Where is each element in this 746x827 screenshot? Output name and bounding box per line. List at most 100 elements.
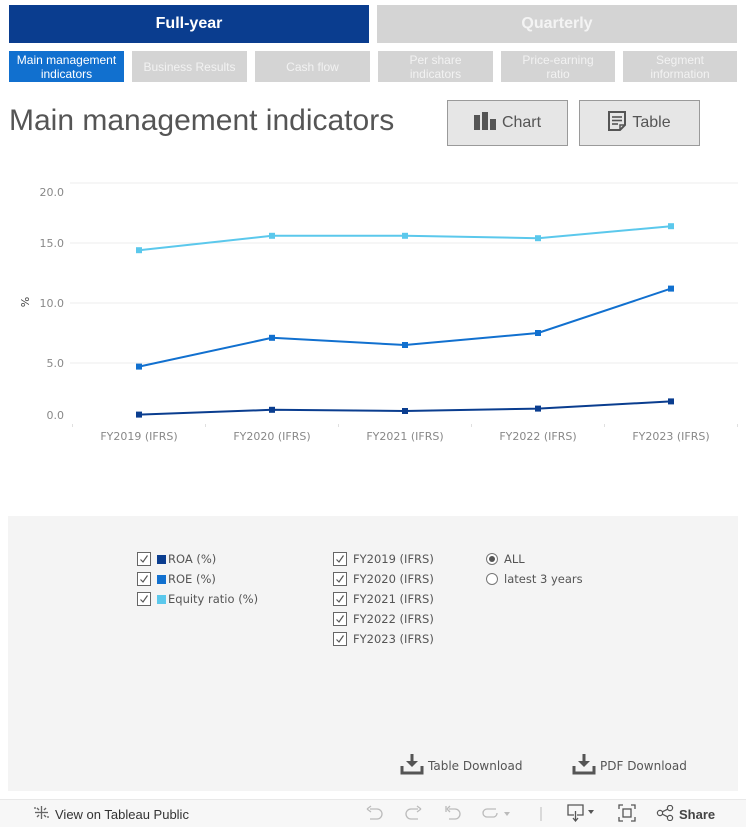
subtab-cash-flow[interactable]: Cash flow [255, 51, 370, 82]
data-point[interactable] [269, 232, 275, 239]
page-title: Main management indicators [9, 104, 395, 137]
refresh-button[interactable] [482, 804, 512, 824]
view-on-tableau-label: View on Tableau Public [55, 806, 189, 822]
period-label: ALL [504, 552, 525, 566]
checkbox[interactable] [137, 592, 151, 606]
subtab-segment-information[interactable]: Segment information [623, 51, 737, 82]
document-icon [608, 110, 627, 136]
table-download-button[interactable]: Table Download [400, 753, 523, 778]
period-label: latest 3 years [504, 572, 583, 586]
year-label: FY2022 (IFRS) [353, 612, 434, 626]
tab-full-year[interactable]: Full-year [9, 5, 369, 43]
radio-button[interactable] [486, 573, 498, 585]
data-point[interactable] [136, 247, 142, 254]
x-tick-label: FY2023 (IFRS) [632, 430, 709, 443]
redo-icon [404, 804, 422, 824]
y-tick-label: 0.0 [47, 409, 65, 422]
pdf-download-button[interactable]: PDF Download [572, 753, 687, 778]
year-filter-item[interactable]: FY2022 (IFRS) [333, 610, 434, 628]
y-tick-label: 20.0 [40, 186, 65, 199]
measure-filter-item[interactable]: ROE (%) [137, 570, 216, 588]
data-point[interactable] [269, 334, 275, 341]
checkbox[interactable] [333, 632, 347, 646]
refresh-icon [482, 805, 512, 824]
checkbox[interactable] [333, 552, 347, 566]
y-tick-label: 5.0 [47, 357, 65, 370]
bar-chart-icon [473, 111, 496, 135]
year-filter-item[interactable]: FY2021 (IFRS) [333, 590, 434, 608]
share-label: Share [679, 806, 716, 822]
download-icon [400, 753, 424, 778]
undo-button[interactable] [366, 804, 384, 824]
revert-button[interactable] [444, 804, 462, 824]
measure-label: ROA (%) [168, 552, 217, 566]
share-icon [656, 804, 674, 824]
subtab-per-share-indicators[interactable]: Per share indicators [378, 51, 493, 82]
series-line-1 [138, 287, 672, 368]
period-radio-item[interactable]: ALL [486, 550, 525, 568]
x-tick-label: FY2022 (IFRS) [499, 430, 576, 443]
year-label: FY2020 (IFRS) [353, 572, 434, 586]
tableau-logo-icon [33, 804, 50, 824]
period-radio-item[interactable]: latest 3 years [486, 570, 583, 588]
year-filter-item[interactable]: FY2020 (IFRS) [333, 570, 434, 588]
data-point[interactable] [668, 398, 674, 405]
x-tick-label: FY2020 (IFRS) [233, 430, 310, 443]
data-point[interactable] [402, 408, 408, 414]
download-icon [572, 753, 596, 778]
subtab-main-management-indicators[interactable]: Main management indicators [9, 51, 124, 82]
year-label: FY2021 (IFRS) [353, 592, 434, 606]
data-point[interactable] [402, 232, 408, 239]
legend-swatch [157, 554, 166, 564]
data-point[interactable] [535, 235, 541, 242]
year-filter-item[interactable]: FY2023 (IFRS) [333, 630, 434, 648]
x-tick-label: FY2021 (IFRS) [366, 430, 443, 443]
data-point[interactable] [136, 411, 142, 418]
checkbox[interactable] [333, 572, 347, 586]
data-point[interactable] [668, 223, 674, 230]
x-tick-label: FY2019 (IFRS) [100, 430, 177, 443]
undo-icon [366, 804, 384, 824]
y-axis-title: % [19, 297, 32, 307]
data-point[interactable] [269, 406, 275, 413]
data-point[interactable] [668, 285, 674, 292]
table-download-label: Table Download [428, 758, 523, 773]
chart-button-label: Chart [501, 114, 542, 131]
checkbox[interactable] [137, 552, 151, 566]
download-menu-button[interactable] [566, 803, 598, 825]
data-point[interactable] [535, 330, 541, 336]
line-chart: 20.0 15.0 10.0 5.0 0.0 FY2019 (IFRS) FY2020 (… [19, 182, 738, 443]
data-point[interactable] [136, 363, 142, 370]
checkbox[interactable] [333, 612, 347, 626]
radio-button[interactable] [486, 553, 498, 565]
fullscreen-icon [618, 803, 636, 825]
checkbox[interactable] [333, 592, 347, 606]
subtab-price-earning-ratio[interactable]: Price-earning ratio [501, 51, 615, 82]
y-tick-label: 10.0 [40, 297, 65, 310]
tableau-toolbar: View on Tableau Public Share [0, 799, 746, 827]
y-tick-label: 15.0 [40, 237, 65, 250]
measure-filter-item[interactable]: ROA (%) [137, 550, 216, 568]
year-label: FY2023 (IFRS) [353, 632, 434, 646]
data-point[interactable] [535, 405, 541, 412]
legend-swatch [157, 574, 166, 584]
measure-label: ROE (%) [168, 572, 216, 586]
fullscreen-button[interactable] [618, 803, 636, 825]
download-screen-icon [566, 803, 598, 825]
data-point[interactable] [402, 342, 408, 348]
tab-quarterly[interactable]: Quarterly [377, 5, 737, 43]
table-view-button[interactable]: Table [579, 100, 700, 146]
chart-view-button[interactable]: Chart [447, 100, 568, 146]
year-filter-item[interactable]: FY2019 (IFRS) [333, 550, 434, 568]
checkbox[interactable] [137, 572, 151, 586]
legend-swatch [157, 594, 166, 604]
redo-button[interactable] [404, 804, 422, 824]
share-button[interactable]: Share [656, 804, 715, 824]
measure-filter-item[interactable]: Equity ratio (%) [137, 590, 258, 608]
table-button-label: Table [632, 114, 671, 131]
revert-icon [444, 805, 462, 824]
subtab-business-results[interactable]: Business Results [132, 51, 247, 82]
pdf-download-label: PDF Download [600, 758, 687, 773]
measure-label: Equity ratio (%) [168, 592, 259, 606]
view-on-tableau-public-link[interactable]: View on Tableau Public [33, 804, 189, 824]
